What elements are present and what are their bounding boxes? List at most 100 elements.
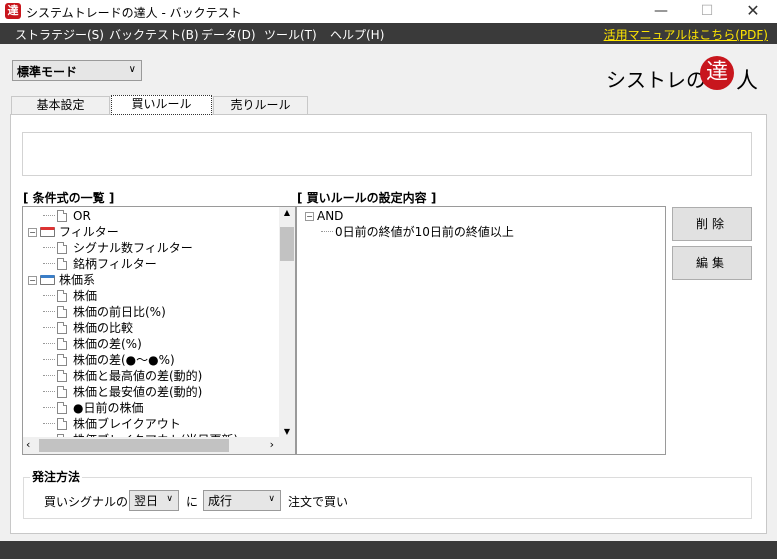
collapse-icon[interactable]: − [28,228,37,237]
tree-item-label: 銘柄フィルター [73,257,157,271]
mode-select[interactable]: 標準モード ∨ [12,60,142,81]
conditions-vscrollbar[interactable]: ▲ ▼ [279,207,295,437]
tree-connector [43,247,55,248]
folder-icon [40,227,55,237]
tree-item[interactable]: 株価と最安値の差(動的) [43,384,202,400]
collapse-icon[interactable]: − [28,276,37,285]
tree-item-label: ●日前の株価 [73,401,144,415]
delete-button[interactable]: 削除 [672,207,752,241]
document-icon [57,418,67,430]
menu-help[interactable]: ヘルプ(H) [330,26,384,43]
status-bar [0,541,777,559]
title-bar: 達 システムトレードの達人 - バックテスト — ☐ ✕ [0,0,777,23]
maximize-button[interactable]: ☐ [684,0,730,23]
tab-sell-rules[interactable]: 売りルール [213,96,308,114]
rule-item-label: 0日前の終値が10日前の終値以上 [335,225,514,239]
tree-item-label: 株価と最安値の差(動的) [73,385,203,399]
menu-backtest[interactable]: バックテスト(B) [109,26,199,43]
rule-root-label: AND [317,209,344,223]
conditions-hscrollbar[interactable]: ‹ › [23,437,279,454]
menu-strategy[interactable]: ストラテジー(S) [15,26,104,43]
folder-icon [40,275,55,285]
scroll-right-icon[interactable]: › [270,438,274,451]
tab-buy-rules[interactable]: 買いルール [111,95,212,115]
logo-text: シストレの [606,68,706,92]
description-box [22,132,752,176]
scroll-thumb[interactable] [280,227,294,261]
order-method-title: 発注方法 [30,468,83,485]
order-prefix: 買いシグナルの [44,495,129,509]
rule-item[interactable]: 0日前の終値が10日前の終値以上 [321,224,514,240]
tree-connector [43,215,55,216]
tree-item[interactable]: 株価と最高値の差(動的) [43,368,202,384]
chevron-down-icon: ∨ [268,494,275,504]
tree-connector [43,343,55,344]
tree-item-label: 株価 [73,289,98,303]
scroll-thumb[interactable] [39,439,229,452]
order-type-value: 成行 [208,494,233,508]
document-icon [57,386,67,398]
tree-folder[interactable]: − 株価系 [28,272,95,288]
order-suffix: 注文で買い [288,495,349,509]
collapse-icon[interactable]: − [305,212,314,221]
document-icon [57,210,67,222]
menu-bar: ストラテジー(S) バックテスト(B) データ(D) ツール(T) ヘルプ(H)… [0,23,777,44]
app-icon: 達 [5,3,21,19]
document-icon [57,370,67,382]
scroll-left-icon[interactable]: ‹ [26,438,30,451]
document-icon [57,354,67,366]
mode-select-value: 標準モード [17,65,78,79]
tree-item[interactable]: OR [43,208,91,224]
tree-item[interactable]: 株価の差(●〜●%) [43,352,175,368]
tree-item-label: OR [73,209,91,223]
chevron-down-icon: ∨ [128,64,136,75]
minimize-button[interactable]: — [638,0,684,23]
tree-item-label: 株価の差(%) [73,337,142,351]
order-type-select[interactable]: 成行 ∨ [203,490,281,511]
scrollbar-corner [279,437,295,454]
document-icon [57,338,67,350]
tree-item-label: 株価系 [59,273,96,287]
tree-item[interactable]: シグナル数フィルター [43,240,193,256]
tree-folder[interactable]: − フィルター [28,224,119,240]
order-mid: に [186,495,199,509]
tree-item-label: 株価ブレイクアウト [73,417,181,431]
scroll-up-icon[interactable]: ▲ [279,208,295,217]
tree-item[interactable]: 銘柄フィルター [43,256,157,272]
tree-item-label: 株価の前日比(%) [73,305,166,319]
tree-item[interactable]: 株価 [43,288,97,304]
document-icon [57,290,67,302]
order-timing-select[interactable]: 翌日 ∨ [129,490,179,511]
tree-connector [43,295,55,296]
menu-data[interactable]: データ(D) [201,26,256,43]
tree-item[interactable]: ●日前の株価 [43,400,143,416]
tree-item[interactable]: 株価の比較 [43,320,133,336]
tree-item-label: シグナル数フィルター [73,241,193,255]
tree-item-label: 株価の比較 [73,321,134,335]
tree-item-label: フィルター [59,225,119,239]
document-icon [57,322,67,334]
rule-root[interactable]: − AND [305,208,343,224]
tree-connector [43,263,55,264]
logo-mark: 達 [700,56,734,90]
document-icon [57,402,67,414]
document-icon [57,242,67,254]
logo-text-end: 人 [736,69,759,94]
close-button[interactable]: ✕ [730,0,776,23]
order-timing-value: 翌日 [134,494,159,508]
scroll-down-icon[interactable]: ▼ [279,427,295,436]
window-title: システムトレードの達人 - バックテスト [26,6,242,20]
tree-connector [43,359,55,360]
menu-tools[interactable]: ツール(T) [264,26,317,43]
rules-tree[interactable]: − AND 0日前の終値が10日前の終値以上 [296,206,666,455]
tree-item[interactable]: 株価ブレイクアウト [43,416,181,432]
tree-connector [43,327,55,328]
document-icon [57,258,67,270]
tab-basic-settings[interactable]: 基本設定 [11,96,110,114]
tree-item[interactable]: 株価の前日比(%) [43,304,166,320]
tree-item[interactable]: 株価の差(%) [43,336,142,352]
edit-button[interactable]: 編集 [672,246,752,280]
conditions-tree[interactable]: OR − フィルターシグナル数フィルター 銘柄フィルター − 株価系株価株価の前日比(%)… [22,206,296,455]
tree-connector [43,391,55,392]
manual-pdf-link[interactable]: 活用マニュアルはこちら(PDF) [604,26,768,43]
